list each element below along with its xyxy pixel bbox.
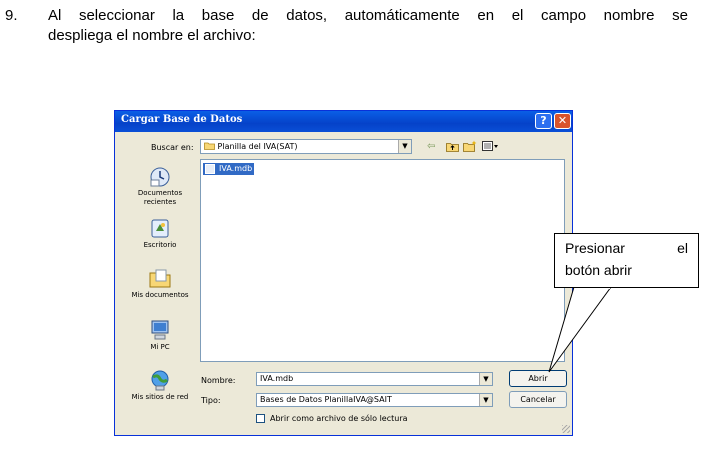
callout-word-presionar: Presionar xyxy=(565,240,625,256)
callout-pointer xyxy=(548,286,612,373)
callout-word-el: el xyxy=(677,240,688,256)
callout-box: Presionar el botón abrir xyxy=(554,233,699,288)
callout-line2: botón abrir xyxy=(565,262,632,278)
